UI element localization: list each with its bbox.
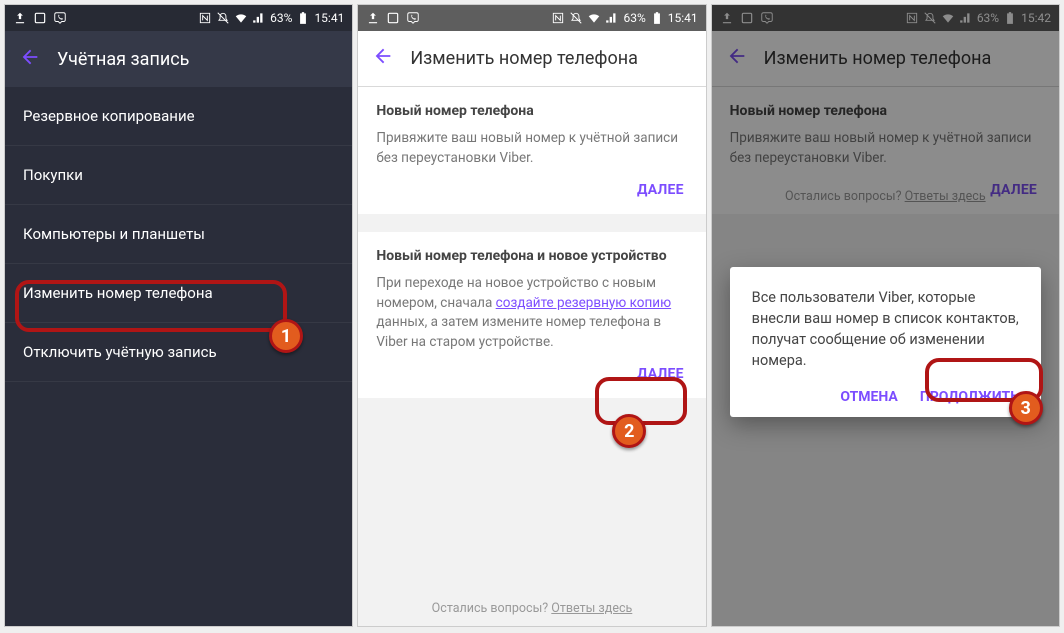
battery-icon: [296, 11, 310, 25]
header: Изменить номер телефона: [358, 31, 705, 87]
signal-icon: [605, 11, 619, 25]
viber-icon: [53, 11, 67, 25]
card-new-number-device: Новый номер телефона и новое устройство …: [358, 232, 705, 398]
card-new-number: Новый номер телефона Привяжите ваш новый…: [358, 87, 705, 214]
page-title: Изменить номер телефона: [410, 48, 638, 69]
status-bar: 63% 15:41: [358, 5, 705, 31]
screenshot-icon: [386, 11, 400, 25]
wifi-icon: [587, 11, 601, 25]
footer-hint: Остались вопросы? Ответы здесь: [358, 601, 705, 616]
tutorial-badge-3: 3: [1009, 391, 1043, 425]
wifi-icon: [234, 11, 248, 25]
nfc-icon: [198, 11, 212, 25]
card-title: Новый номер телефона: [376, 103, 687, 119]
card-title: Новый номер телефона и новое устройство: [376, 248, 687, 264]
upload-icon: [13, 11, 27, 25]
signal-icon: [252, 11, 266, 25]
upload-icon: [366, 11, 380, 25]
battery-percent: 63%: [623, 11, 645, 25]
tutorial-badge-1: 1: [269, 319, 303, 353]
list-item-purchases[interactable]: Покупки: [5, 146, 352, 205]
screenshot-icon: [33, 11, 47, 25]
list-item-backup[interactable]: Резервное копирование: [5, 87, 352, 146]
list-item-devices[interactable]: Компьютеры и планшеты: [5, 205, 352, 264]
mute-icon: [569, 11, 583, 25]
card-body: При переходе на новое устройство с новым…: [376, 274, 687, 352]
phone-screen-2: 63% 15:41 Изменить номер телефона Новый …: [357, 4, 706, 627]
page-title: Учётная запись: [57, 49, 189, 70]
back-button[interactable]: [19, 46, 41, 73]
tutorial-badge-2: 2: [612, 414, 646, 448]
mute-icon: [216, 11, 230, 25]
battery-percent: 63%: [270, 11, 292, 25]
clock: 15:41: [314, 11, 344, 25]
list-item-change-number[interactable]: Изменить номер телефона: [5, 264, 352, 323]
battery-icon: [650, 11, 664, 25]
next-button-2[interactable]: ДАЛЕЕ: [376, 352, 687, 388]
card-body-post: данных, а затем измените номер телефона …: [376, 314, 661, 350]
viber-icon: [406, 11, 420, 25]
continue-button[interactable]: ПРОДОЛЖИТЬ: [920, 389, 1019, 405]
header: Учётная запись: [5, 31, 352, 87]
clock: 15:41: [668, 11, 698, 25]
back-button[interactable]: [372, 45, 394, 72]
status-bar: 63% 15:41: [5, 5, 352, 31]
cancel-button[interactable]: ОТМЕНА: [840, 389, 897, 405]
nfc-icon: [551, 11, 565, 25]
next-button-1[interactable]: ДАЛЕЕ: [376, 168, 687, 204]
card-body: Привяжите ваш новый номер к учётной запи…: [376, 129, 687, 168]
confirm-dialog: Все пользователи Viber, которые внесли в…: [730, 267, 1041, 417]
backup-link[interactable]: создайте резервную копию: [496, 295, 671, 311]
phone-screen-3: 63% 15:42 Изменить номер телефона Новый …: [711, 4, 1060, 627]
footer-answers-link[interactable]: Ответы здесь: [551, 601, 632, 616]
dialog-text: Все пользователи Viber, которые внесли в…: [752, 287, 1019, 371]
phone-screen-1: 63% 15:41 Учётная запись Резервное копир…: [4, 4, 353, 627]
footer-question: Остались вопросы?: [432, 601, 552, 616]
